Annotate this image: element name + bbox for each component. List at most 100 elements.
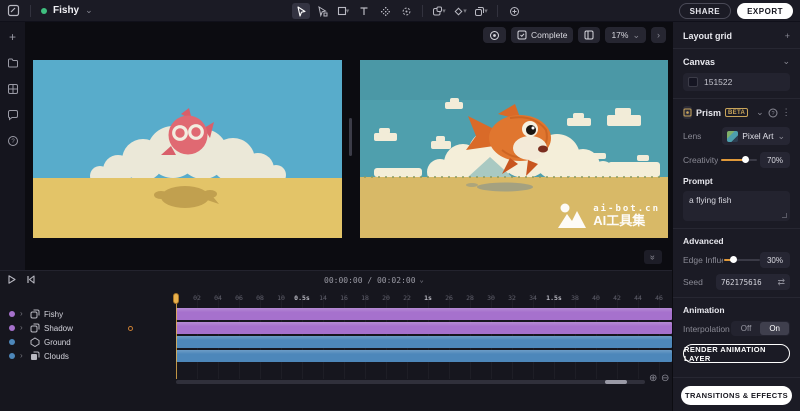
play-button[interactable] [6, 274, 17, 285]
skip-to-start-button[interactable] [25, 274, 36, 285]
interpolation-toggle: Off On [731, 321, 790, 336]
select-tool[interactable] [292, 3, 310, 19]
layer-row-fishy[interactable]: › Fishy [0, 308, 172, 320]
track-bar-clouds[interactable] [176, 350, 672, 362]
scrollbar-thumb[interactable] [605, 380, 627, 384]
frame-original[interactable] [33, 60, 342, 238]
prism-icon [683, 106, 692, 119]
add-plugin-tool[interactable] [505, 3, 523, 19]
creativity-slider[interactable] [721, 159, 757, 161]
folder-icon[interactable] [6, 56, 19, 69]
lens-dropdown[interactable]: Pixel Art ⌄ [722, 127, 790, 145]
divider [497, 5, 498, 17]
assets-icon[interactable] [6, 82, 19, 95]
layer-row-clouds[interactable]: › Clouds [0, 350, 172, 362]
ruler-tick-label: 04 [214, 294, 222, 302]
ruler-tick-label: 44 [634, 294, 642, 302]
pages-panel-button[interactable] [578, 27, 600, 43]
prism-menu-kebab-icon[interactable]: ⋮ [782, 107, 791, 118]
record-button[interactable] [483, 27, 506, 43]
expand-chevron-icon[interactable]: › [20, 324, 23, 332]
project-menu-chevron-icon[interactable]: ⌄ [85, 6, 93, 15]
timeline-scrollbar[interactable] [176, 380, 645, 384]
shuffle-seed-icon[interactable]: ⇄ [777, 277, 785, 288]
help-icon[interactable]: ? [6, 134, 19, 147]
prism-help-icon[interactable]: ? [768, 108, 778, 118]
comments-icon[interactable] [6, 108, 19, 121]
edge-influence-value[interactable]: 30% [760, 252, 790, 268]
resize-handle[interactable] [782, 213, 787, 218]
complete-button[interactable]: Complete [511, 27, 573, 43]
shape-layer-icon [30, 337, 40, 347]
app-logo-icon[interactable] [7, 4, 20, 17]
svg-text:?: ? [11, 139, 15, 145]
canvas-section-chevron-icon[interactable]: ⌄ [782, 56, 790, 67]
canvas-color-input[interactable]: 151522 [683, 73, 790, 91]
zoom-level-value: 17% [611, 30, 628, 40]
move-tool[interactable] [376, 3, 394, 19]
frame-rendered[interactable]: ai-bot.cn AI工具集 [360, 60, 668, 238]
project-name[interactable]: Fishy [53, 5, 79, 16]
ruler-tick-label: 34 [529, 294, 537, 302]
lens-value: Pixel Art [742, 131, 773, 141]
expand-chevron-icon[interactable]: › [20, 310, 23, 318]
chevron-down-icon: ⌄ [777, 132, 785, 141]
track-bar-ground[interactable] [176, 336, 672, 348]
playhead[interactable] [173, 293, 179, 304]
transitions-effects-button[interactable]: TRANSITIONS & EFFECTS [681, 386, 792, 405]
next-frame-button[interactable]: › [651, 27, 666, 43]
layer-row-shadow[interactable]: › Shadow [0, 322, 172, 334]
seed-value: 762175616 [721, 278, 762, 287]
timeline-zoom-in-icon[interactable]: ⊕ [649, 374, 657, 384]
zoom-level-dropdown[interactable]: 17% ⌄ [605, 27, 646, 43]
timeline-zoom-out-icon[interactable]: ⊖ [661, 374, 669, 384]
frame-tool[interactable]: ▾ [430, 3, 448, 19]
ruler-tick-label: 32 [508, 294, 516, 302]
chevron-down-icon: ⌄ [632, 31, 640, 40]
tool-palette: ▾ ▾ ▾ ▾ [292, 0, 523, 22]
add-page-icon[interactable]: + [6, 30, 19, 43]
render-animation-layer-button[interactable]: RENDER ANIMATION LAYER [683, 344, 790, 363]
expand-chevron-icon[interactable]: › [20, 352, 23, 360]
timeline-ruler[interactable]: 02040608100.5s14161820221s26283032341.5s… [176, 293, 672, 305]
track-bar-fishy[interactable] [176, 308, 672, 320]
rectangle-tool[interactable]: ▾ [334, 3, 352, 19]
topbar: Fishy ⌄ ▾ ▾ [0, 0, 800, 22]
export-button[interactable]: EXPORT [737, 3, 793, 19]
canvas-section-title: Canvas [683, 57, 715, 67]
pixel-animation-app: Fishy ⌄ ▾ ▾ [0, 0, 800, 411]
edge-influence-slider[interactable] [724, 259, 760, 261]
edge-influence-slider-knob[interactable] [730, 256, 737, 263]
collapse-panel-button[interactable]: » [644, 250, 662, 264]
time-display[interactable]: 00:00:00 / 00:02:00 ⌄ [324, 276, 424, 285]
ruler-tick-label: 08 [256, 294, 264, 302]
add-layout-grid-button[interactable]: + [785, 31, 790, 41]
divider [673, 48, 800, 49]
canvas-viewport[interactable]: Complete 17% ⌄ › [25, 22, 672, 270]
prompt-textarea[interactable]: a flying fish [683, 191, 790, 221]
canvas-color-swatch[interactable] [688, 77, 698, 87]
chevron-down-icon: ⌄ [420, 277, 424, 284]
shape-layers-tool[interactable]: ▾ [472, 3, 490, 19]
divider [30, 5, 31, 17]
interpolation-on-option[interactable]: On [760, 322, 789, 335]
timeline-panel: 00:00:00 / 00:02:00 ⌄ 02040608100.5s1416… [0, 270, 672, 411]
text-tool[interactable] [355, 3, 373, 19]
layer-color-dot [9, 311, 15, 317]
component-tool[interactable]: ▾ [451, 3, 469, 19]
creativity-value[interactable]: 70% [760, 152, 790, 168]
rotate-tool[interactable] [397, 3, 415, 19]
prism-collapse-chevron-icon[interactable]: ⌄ [756, 107, 764, 118]
creativity-slider-knob[interactable] [742, 156, 749, 163]
layer-name: Fishy [44, 310, 63, 319]
canvas-split-handle[interactable] [349, 118, 352, 156]
track-bar-shadow[interactable] [176, 322, 672, 334]
layer-row-ground[interactable]: Ground [0, 336, 172, 348]
interpolation-off-option[interactable]: Off [732, 322, 761, 335]
keyframe-indicator[interactable] [128, 326, 133, 331]
beta-badge: BETA [725, 108, 748, 117]
direct-select-tool[interactable] [313, 3, 331, 19]
share-button[interactable]: SHARE [679, 3, 732, 19]
seed-input[interactable]: 762175616 ⇄ [716, 274, 790, 290]
layer-color-dot [9, 325, 15, 331]
